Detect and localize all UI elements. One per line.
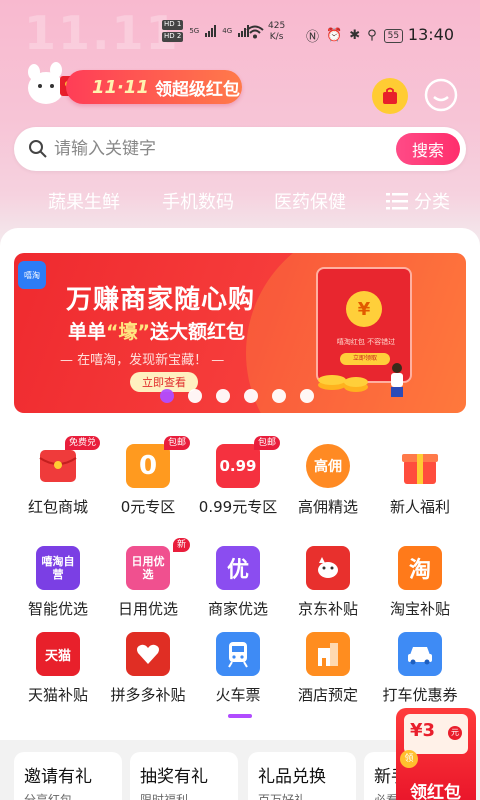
- train-icon: [216, 632, 260, 676]
- grid-item-jd-subsidy[interactable]: 京东补贴: [280, 546, 376, 619]
- banner-tagline: — 在嘻淘，发现新宝藏！ —: [60, 353, 225, 368]
- carousel-dot[interactable]: [244, 389, 258, 403]
- grid-item-high-commission[interactable]: 高佣 高佣精选: [280, 444, 376, 517]
- grid-item-red-packet-mall[interactable]: 免费兑 红包商城: [10, 436, 106, 517]
- network-type-1: 5G: [189, 27, 200, 35]
- location-icon: ⚲: [367, 28, 377, 43]
- flame-icon: 高佣: [306, 444, 350, 488]
- message-icon[interactable]: [422, 76, 460, 114]
- search-icon: [29, 140, 47, 158]
- carousel-dot[interactable]: [216, 389, 230, 403]
- list-icon: [386, 193, 408, 210]
- yuan-icon: 元: [448, 726, 462, 740]
- super-red-packet-banner[interactable]: 11·11 领超级红包: [66, 70, 242, 104]
- search-input[interactable]: [54, 139, 374, 159]
- alarm-icon: ⏰: [326, 28, 343, 43]
- signal-bars-icon: [205, 25, 217, 37]
- merchant-icon: 优: [216, 546, 260, 590]
- claim-red-packet-label: 领红包: [410, 783, 461, 800]
- category-produce[interactable]: 蔬果生鲜: [48, 188, 120, 214]
- daily-goods-icon: 日用优选 新: [126, 538, 190, 590]
- network-speed: 425 K/s: [268, 21, 286, 42]
- bag-zero-icon: 0 包邮: [126, 436, 190, 488]
- bluetooth-icon: ✱: [349, 28, 361, 43]
- clock: 13:40: [407, 25, 454, 44]
- search-bar[interactable]: 搜索: [14, 127, 466, 171]
- search-button[interactable]: 搜索: [396, 133, 460, 165]
- floating-red-packet-button[interactable]: ¥3 元 领 领红包: [396, 708, 476, 800]
- coins-icon: [318, 375, 368, 392]
- pinduoduo-icon: [126, 632, 170, 676]
- gift-exchange-card[interactable]: 礼品兑换 百万好礼: [248, 752, 356, 800]
- red-envelope-icon: 免费兑: [36, 436, 100, 488]
- category-health[interactable]: 医药保健: [274, 188, 346, 214]
- bag-099-icon: 0.99 包邮: [216, 436, 280, 488]
- carousel-dot[interactable]: [272, 389, 286, 403]
- category-digital[interactable]: 手机数码: [162, 188, 234, 214]
- grid-item-pdd-subsidy[interactable]: 拼多多补贴: [100, 632, 196, 705]
- banner-subtitle: 单单“壕”送大额红包: [68, 321, 246, 343]
- self-operated-icon: 嘻淘自营: [36, 546, 80, 590]
- brand-logo: 嘻淘: [18, 261, 46, 289]
- promo-text: 领超级红包: [154, 79, 240, 100]
- grid-item-099-yuan[interactable]: 0.99 包邮 0.99元专区: [190, 436, 286, 517]
- carousel-dot[interactable]: [188, 389, 202, 403]
- grid-item-daily-picks[interactable]: 日用优选 新 日用优选: [100, 538, 196, 619]
- carousel-dot[interactable]: [160, 389, 174, 403]
- taobao-icon: 淘: [398, 546, 442, 590]
- grid-item-tmall-subsidy[interactable]: 天猫 天猫补贴: [10, 632, 106, 705]
- hd1-icon: HD 1: [162, 20, 184, 30]
- category-nav: 蔬果生鲜 手机数码 医药保健 分类: [0, 188, 480, 216]
- carousel-dots: [160, 389, 314, 403]
- person-illustration: [391, 363, 403, 397]
- nfc-icon: Ⓝ: [306, 30, 320, 45]
- claim-coin-icon: 领: [400, 750, 418, 768]
- invite-card[interactable]: 邀请有礼 分享红包: [14, 752, 122, 800]
- hotel-icon: [306, 632, 350, 676]
- grid-item-taobao-subsidy[interactable]: 淘 淘宝补贴: [372, 546, 468, 619]
- grid-item-newcomer-benefits[interactable]: 新人福利: [372, 444, 468, 517]
- lottery-card[interactable]: 抽奖有礼 限时福利: [130, 752, 238, 800]
- grid-item-smart-picks[interactable]: 嘻淘自营 智能优选: [10, 546, 106, 619]
- promo-number: 11·11: [92, 76, 149, 98]
- category-all-button[interactable]: 分类: [386, 188, 450, 214]
- car-icon: [398, 632, 442, 676]
- signal-group: HD 1 HD 2 5G 4G: [162, 20, 250, 42]
- gift-icon: [398, 444, 442, 488]
- carousel-dot[interactable]: [300, 389, 314, 403]
- grid-item-train-tickets[interactable]: 火车票: [190, 632, 286, 705]
- status-bar: HD 1 HD 2 5G 4G 425 K/s Ⓝ ⏰ ✱ ⚲ 55 13:40: [0, 0, 480, 60]
- battery-icon: 55: [383, 28, 404, 43]
- wifi-icon: [246, 25, 264, 39]
- hd2-icon: HD 2: [162, 32, 184, 42]
- grid-item-taxi-coupons[interactable]: 打车优惠券: [372, 632, 468, 705]
- jd-dog-icon: [306, 546, 350, 590]
- grid-item-zero-yuan[interactable]: 0 包邮 0元专区: [100, 436, 196, 517]
- banner-title: 万赚商家随心购: [66, 285, 256, 315]
- grid-item-merchant-picks[interactable]: 优 商家优选: [190, 546, 286, 619]
- network-type-2: 4G: [222, 27, 233, 35]
- shopping-bag-icon[interactable]: [372, 78, 408, 114]
- grid-scroll-indicator: [228, 714, 252, 718]
- red-packet-amount: ¥3: [410, 720, 436, 741]
- tmall-icon: 天猫: [36, 632, 80, 676]
- category-more-label: 分类: [414, 192, 450, 213]
- grid-item-hotel-booking[interactable]: 酒店预定: [280, 632, 376, 705]
